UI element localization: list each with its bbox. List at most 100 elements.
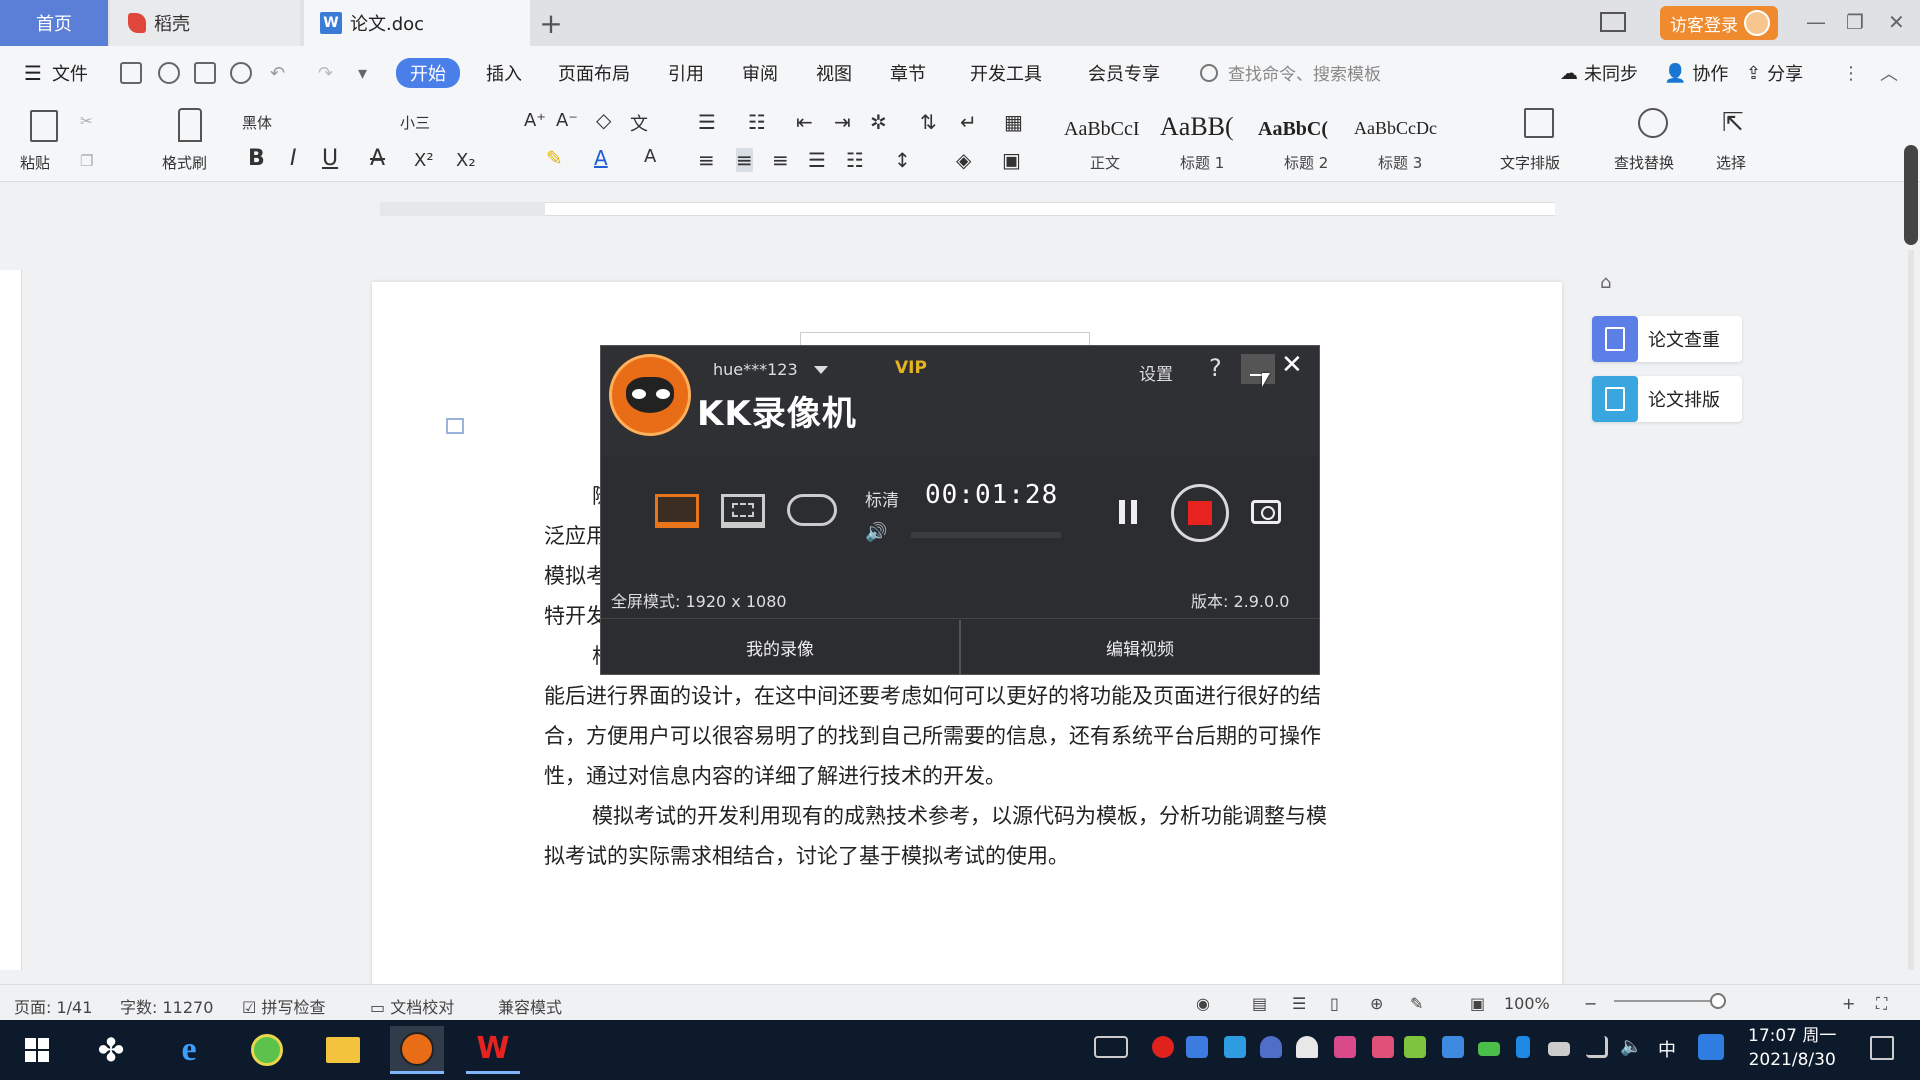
fit-page-icon[interactable]: ▣: [1470, 994, 1485, 1013]
speaker-icon[interactable]: 🔊: [865, 522, 887, 543]
line-spacing-icon[interactable]: ↕: [894, 148, 911, 172]
justify-icon[interactable]: ☰: [808, 148, 826, 172]
save-icon[interactable]: [120, 62, 142, 84]
taskbar-clock[interactable]: 17:07 周一 2021/8/30: [1748, 1024, 1836, 1072]
style-normal-sample[interactable]: AaBbCcI: [1064, 118, 1140, 141]
menu-reference[interactable]: 引用: [668, 58, 704, 88]
taskbar-wps[interactable]: W: [466, 1026, 520, 1074]
subscript-icon[interactable]: X₂: [456, 150, 476, 171]
align-left-icon[interactable]: ≡: [698, 148, 715, 172]
minimize-window-button[interactable]: —: [1806, 10, 1826, 34]
game-mode-icon[interactable]: [787, 494, 837, 526]
bullet-list-icon[interactable]: ☰: [698, 110, 716, 134]
document-line[interactable]: 能后进行界面的设计，在这中间还要考虑如何可以更好的将功能及页面进行很好的结: [544, 676, 1424, 716]
sync-status[interactable]: ☁ 未同步: [1560, 58, 1638, 88]
align-right-icon[interactable]: ≡: [772, 148, 789, 172]
tray-ime-app-icon[interactable]: [1698, 1034, 1724, 1060]
show-marks-icon[interactable]: ↵: [960, 110, 977, 134]
format-painter-icon[interactable]: [178, 108, 202, 142]
volume-icon[interactable]: 🔈: [1620, 1036, 1642, 1058]
command-search[interactable]: 查找命令、搜索模板: [1200, 60, 1381, 85]
zoom-out-button[interactable]: −: [1584, 994, 1597, 1013]
collapse-panel-icon[interactable]: ⌂: [1600, 272, 1611, 293]
region-mode-icon[interactable]: [721, 494, 765, 528]
numbered-list-icon[interactable]: ☷: [748, 110, 766, 134]
tray-cloud-icon[interactable]: [1224, 1036, 1246, 1058]
distribute-icon[interactable]: ☷: [846, 148, 864, 172]
spell-check-button[interactable]: ☑ 拼写检查: [242, 994, 325, 1018]
char-border-icon[interactable]: A: [644, 146, 656, 167]
clear-format-icon[interactable]: ◇: [596, 108, 611, 132]
align-center-icon[interactable]: ≡: [736, 148, 753, 172]
document-line[interactable]: 性，通过对信息内容的详细了解进行技术的开发。: [544, 756, 1424, 796]
document-line[interactable]: 合，方便用户可以很容易明了的找到自己所需要的信息，还有系统平台后期的可操作: [544, 716, 1424, 756]
page-view-icon[interactable]: ▤: [1252, 994, 1267, 1013]
zoom-level[interactable]: 100%: [1504, 994, 1550, 1013]
fullscreen-mode-icon[interactable]: [655, 494, 699, 528]
fullscreen-icon[interactable]: ⛶: [1876, 994, 1887, 1014]
kk-user-menu[interactable]: hue***123: [713, 360, 828, 379]
shading-icon[interactable]: ◈: [956, 148, 971, 172]
stop-record-button[interactable]: [1171, 484, 1229, 542]
font-size-select[interactable]: 小三: [400, 112, 430, 133]
collapse-ribbon-icon[interactable]: ︿: [1880, 58, 1898, 88]
tab-document[interactable]: W 论文.doc: [304, 0, 530, 46]
taskbar-explorer[interactable]: [316, 1026, 370, 1074]
horizontal-ruler[interactable]: [545, 202, 1555, 216]
increase-indent-icon[interactable]: ⇥: [834, 110, 851, 134]
customize-toolbar-icon[interactable]: ▾: [358, 58, 367, 88]
copy-icon[interactable]: ❐: [80, 152, 93, 170]
underline-button[interactable]: U: [322, 146, 338, 171]
tray-app-icon-3[interactable]: [1404, 1036, 1426, 1058]
kk-quality-select[interactable]: 标清: [865, 486, 899, 511]
kk-close-button[interactable]: ✕: [1281, 350, 1303, 380]
style-heading2-sample[interactable]: AaBbC(: [1258, 118, 1328, 141]
collaborate-button[interactable]: 👤 协作: [1664, 58, 1728, 88]
eye-protection-icon[interactable]: ◉: [1196, 994, 1210, 1013]
keyboard-icon[interactable]: [1094, 1036, 1128, 1058]
network-icon[interactable]: [1586, 1036, 1608, 1058]
grow-font-icon[interactable]: A⁺: [524, 110, 546, 131]
outline-view-icon[interactable]: ☰: [1292, 994, 1306, 1013]
paragraph-handle-icon[interactable]: [446, 418, 464, 434]
border-icon[interactable]: ▣: [1002, 148, 1021, 172]
bluetooth-icon[interactable]: [1516, 1036, 1530, 1058]
kk-recorder-header[interactable]: hue***123 VIP KK录像机 设置 ? ✕: [601, 346, 1319, 456]
shrink-font-icon[interactable]: A⁻: [556, 110, 578, 131]
tab-home[interactable]: 首页: [0, 0, 108, 46]
new-tab-button[interactable]: +: [536, 0, 566, 46]
menu-chapter[interactable]: 章节: [890, 58, 926, 88]
tray-red-icon[interactable]: [1152, 1036, 1174, 1058]
menu-insert[interactable]: 插入: [486, 58, 522, 88]
pause-icon[interactable]: [1119, 500, 1139, 524]
style-heading1-sample[interactable]: AaBB(: [1160, 112, 1234, 142]
taskbar-kk-recorder[interactable]: [390, 1026, 444, 1074]
cut-icon[interactable]: ✂: [80, 112, 93, 130]
my-recordings-button[interactable]: 我的录像: [601, 620, 959, 674]
notification-center-icon[interactable]: [1870, 1036, 1894, 1060]
highlight-icon[interactable]: ✎: [546, 146, 563, 170]
tab-docer[interactable]: 稻壳: [110, 0, 300, 46]
restore-window-button[interactable]: ❐: [1846, 10, 1864, 34]
bold-button[interactable]: B: [248, 146, 265, 171]
zoom-slider-knob[interactable]: [1710, 993, 1726, 1009]
decrease-indent-icon[interactable]: ⇤: [796, 110, 813, 134]
kk-settings-button[interactable]: 设置: [1139, 360, 1173, 385]
share-button[interactable]: ⇪ 分享: [1746, 58, 1803, 88]
page-indicator[interactable]: 页面: 1/41: [14, 994, 92, 1018]
phonetic-icon[interactable]: 文: [630, 110, 648, 136]
redo-icon[interactable]: ↷: [318, 58, 333, 88]
document-line[interactable]: 模拟考试的开发利用现有的成熟技术参考，以源代码为模板，分析功能调整与模: [544, 796, 1424, 836]
kk-vip-badge[interactable]: VIP: [895, 358, 927, 378]
thesis-check-button[interactable]: 论文查重: [1592, 316, 1742, 362]
menu-file[interactable]: ☰ 文件: [24, 58, 88, 88]
export-icon[interactable]: [158, 62, 180, 84]
superscript-icon[interactable]: X²: [414, 150, 434, 171]
word-count[interactable]: 字数: 11270: [120, 994, 213, 1018]
kk-help-button[interactable]: ?: [1209, 354, 1222, 382]
write-mode-icon[interactable]: ✎: [1410, 994, 1423, 1013]
taskbar-ie[interactable]: e: [162, 1026, 216, 1074]
start-button[interactable]: [10, 1026, 64, 1074]
scrollbar-thumb[interactable]: [1904, 145, 1918, 245]
battery-icon[interactable]: [1548, 1042, 1570, 1056]
